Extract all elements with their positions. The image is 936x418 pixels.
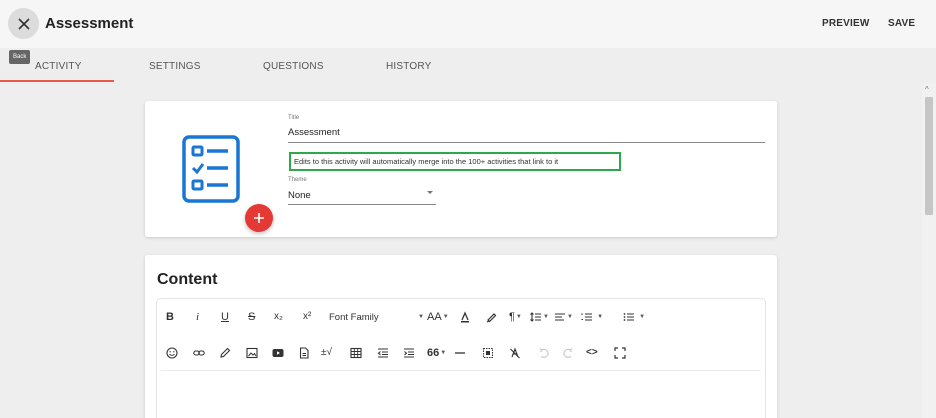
insert-math-button[interactable]: ±√ [321,347,332,358]
fullscreen-icon [614,347,626,359]
chevron-down-icon: ▼ [442,314,449,320]
line-height-button[interactable]: ▼ [530,311,549,323]
underline-button[interactable]: U [221,311,229,323]
horizontal-line-icon [455,352,465,354]
chevron-down-icon: ▼ [639,314,646,320]
redo-button[interactable] [562,347,574,359]
insert-video-button[interactable] [272,347,284,359]
outdent-icon [377,348,388,358]
toolbar-divider [161,370,761,371]
select-all-button[interactable] [482,347,494,359]
outdent-button[interactable] [377,347,389,359]
code-view-button[interactable]: <> [586,347,598,358]
quote-icon: 66 [427,347,440,359]
tab-bar: ACTIVITY SETTINGS QUESTIONS HISTORY [0,48,936,83]
title-input[interactable]: Assessment [288,127,340,138]
italic-button[interactable]: i [196,311,199,323]
highlighter-icon [486,313,497,323]
line-height-icon [530,312,541,322]
title-field-label: Title [288,115,300,121]
image-icon [246,347,258,359]
insert-table-button[interactable] [350,347,362,359]
scroll-thumb[interactable] [925,97,933,215]
chevron-down-icon: ▼ [567,314,573,320]
clear-formatting-button[interactable] [509,347,521,359]
subscript-button[interactable]: x₂ [274,311,283,322]
merge-notice: Edits to this activity will automaticall… [289,152,621,171]
save-button[interactable]: SAVE [888,18,915,29]
back-tooltip: Back [9,50,31,64]
superscript-button[interactable]: x² [303,311,311,322]
preview-button[interactable]: PREVIEW [822,18,870,29]
unordered-list-icon [623,313,634,321]
theme-field-label: Theme [288,177,307,183]
file-icon [299,347,309,359]
checklist-icon [182,135,240,203]
ordered-list-icon [581,313,592,321]
plus-icon [254,213,264,223]
content-card: Content B i U S x₂ x² Font Family ▼ AA ▼ … [145,255,777,418]
pencil-icon [220,347,231,358]
undo-icon [539,348,549,358]
scroll-up-arrow-icon[interactable]: ^ [925,85,929,94]
top-app-bar: Assessment PREVIEW SAVE [0,0,936,48]
paragraph-format-button[interactable]: ¶ ▼ [509,311,522,323]
add-button[interactable] [245,204,273,232]
active-tab-indicator [0,80,114,82]
video-icon [272,349,284,357]
chevron-down-icon: ▼ [440,350,447,356]
select-all-icon [483,348,493,358]
table-icon [350,347,362,359]
redo-icon [563,348,573,358]
title-input-underline [288,142,765,143]
indent-button[interactable] [403,347,415,359]
horizontal-line-button[interactable] [454,347,466,359]
highlight-button[interactable] [485,311,497,323]
emoji-button[interactable] [166,347,178,359]
chevron-down-icon: ▼ [597,314,604,320]
fullscreen-button[interactable] [614,347,626,359]
clear-formatting-icon [510,347,520,359]
unordered-list-button[interactable]: ▼ [623,311,645,323]
ordered-list-button[interactable]: ▼ [581,311,603,323]
bold-button[interactable]: B [166,311,174,323]
quote-button[interactable]: 66 ▼ [427,347,446,359]
undo-button[interactable] [538,347,550,359]
tab-history[interactable]: HISTORY [386,61,432,72]
tab-settings[interactable]: SETTINGS [149,61,201,72]
text-color-button[interactable] [459,311,471,323]
text-color-icon [461,311,469,323]
font-size-select[interactable]: ▼ AA ▼ [417,311,449,323]
chevron-down-icon: ▼ [418,314,424,320]
indent-icon [404,348,414,358]
emoji-icon [166,347,178,359]
tab-activity[interactable]: ACTIVITY [35,61,82,72]
font-size-label: AA [427,311,442,323]
insert-file-button[interactable] [298,347,310,359]
insert-image-button[interactable] [246,347,258,359]
align-left-icon [555,313,565,321]
rich-text-editor[interactable]: B i U S x₂ x² Font Family ▼ AA ▼ ¶ ▼ ▼ ▼ ▼… [156,298,766,418]
scrollbar[interactable]: ^ [922,83,936,418]
content-heading: Content [157,271,218,288]
theme-select-value: None [288,190,311,201]
tab-questions[interactable]: QUESTIONS [263,61,324,72]
font-family-select[interactable]: Font Family [329,312,379,323]
insert-link-button[interactable] [193,347,205,359]
align-button[interactable]: ▼ [554,311,573,323]
activity-details-card: Title Assessment Edits to this activity … [145,101,777,237]
chevron-down-icon [427,191,433,194]
link-icon [193,350,205,356]
theme-select[interactable]: None [288,188,436,205]
close-icon [17,17,30,30]
page-title: Assessment [45,15,134,32]
pencil-button[interactable] [219,347,231,359]
strikethrough-button[interactable]: S [248,311,255,323]
chevron-down-icon: ▼ [543,314,549,320]
close-button[interactable] [8,8,39,39]
chevron-down-icon: ▼ [515,314,522,320]
